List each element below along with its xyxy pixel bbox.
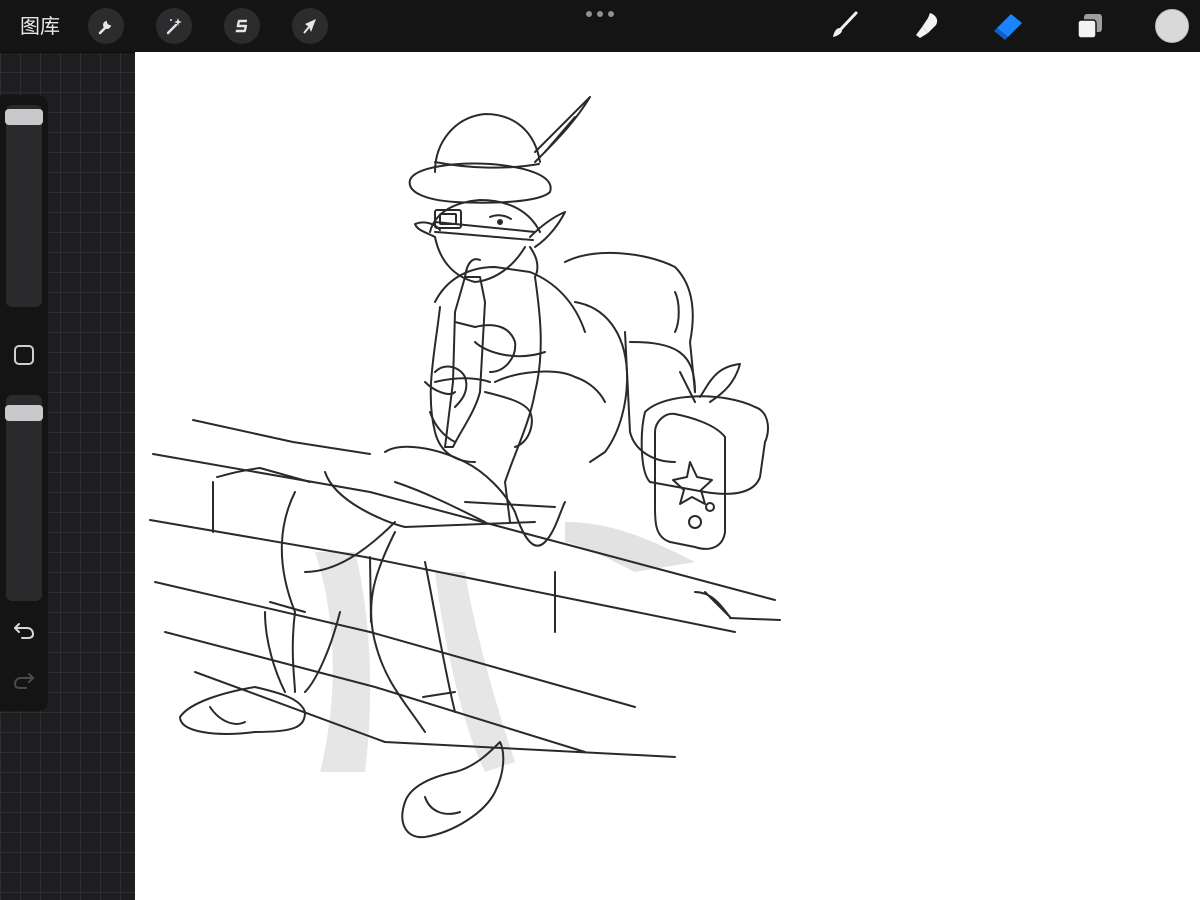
wrench-icon xyxy=(98,21,111,35)
smudge-icon xyxy=(916,13,938,38)
left-sidebar xyxy=(0,95,48,711)
top-toolbar: 图库 xyxy=(0,0,1200,53)
selection-s-icon xyxy=(235,19,248,33)
redo-icon xyxy=(13,673,34,689)
more-dots-icon[interactable] xyxy=(586,8,614,20)
square-modify-icon[interactable] xyxy=(14,345,34,365)
brush-size-slider[interactable] xyxy=(5,105,43,307)
redo-button[interactable] xyxy=(12,669,36,691)
drawing-canvas[interactable] xyxy=(135,52,1200,900)
magic-wand-icon xyxy=(166,18,182,35)
transform-button[interactable] xyxy=(292,8,328,44)
eraser-tool[interactable] xyxy=(990,8,1026,44)
layers-tool[interactable] xyxy=(1072,8,1108,44)
arrow-cursor-icon xyxy=(303,19,316,34)
gallery-button[interactable]: 图库 xyxy=(20,12,60,40)
undo-icon xyxy=(14,623,35,639)
actions-button[interactable] xyxy=(88,8,124,44)
opacity-slider[interactable] xyxy=(5,395,43,601)
eraser-icon xyxy=(994,14,1022,40)
selection-button[interactable] xyxy=(224,8,260,44)
color-picker-swatch[interactable] xyxy=(1155,9,1189,43)
line-sketch-artwork xyxy=(149,96,781,839)
undo-button[interactable] xyxy=(12,619,36,641)
brush-icon xyxy=(833,11,858,37)
smudge-tool[interactable] xyxy=(908,8,944,44)
brush-tool[interactable] xyxy=(826,8,862,44)
brush-size-thumb[interactable] xyxy=(5,109,43,125)
opacity-thumb[interactable] xyxy=(5,405,43,421)
layers-icon xyxy=(1077,14,1102,39)
adjustments-button[interactable] xyxy=(156,8,192,44)
